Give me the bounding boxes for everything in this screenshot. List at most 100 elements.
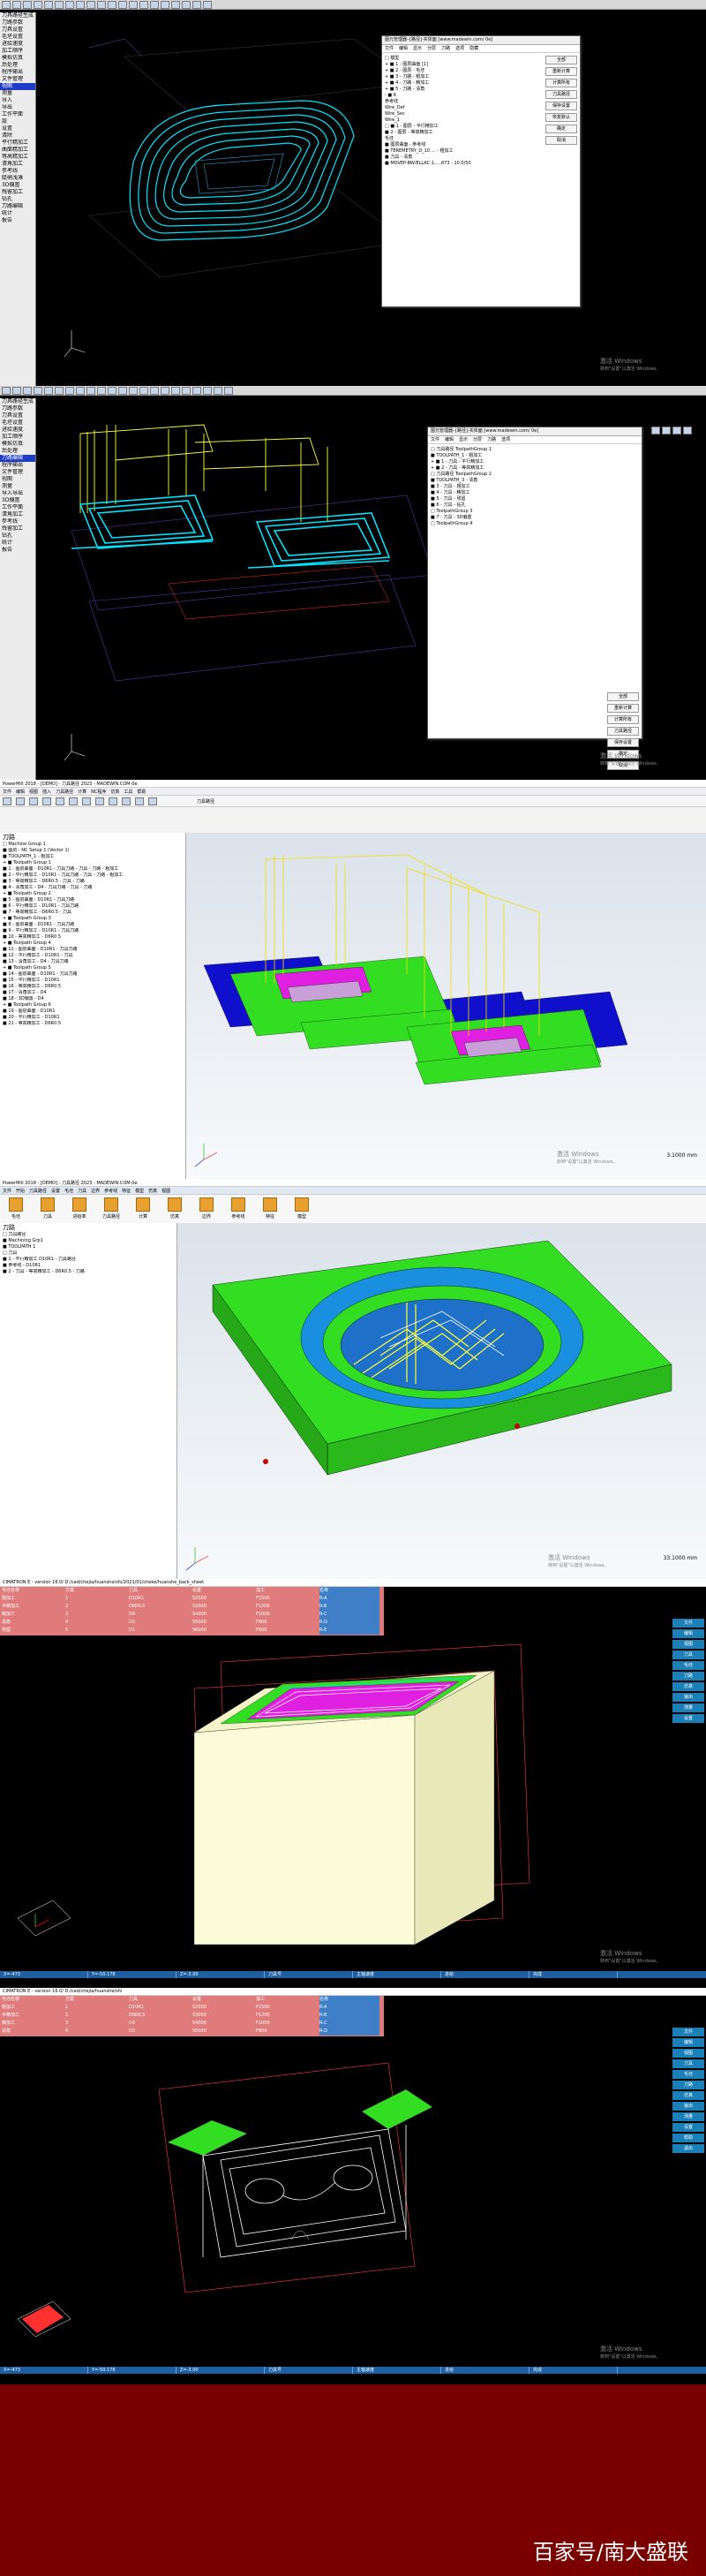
toolbar-icon[interactable] [129,386,138,395]
menu-item[interactable]: 工具 [124,789,132,795]
tree-item[interactable]: Wire_Sec [385,111,471,117]
menu-item[interactable]: 测量 [0,483,35,490]
ribbon-tab[interactable]: 毛坯 [64,1188,73,1194]
command-button[interactable]: 测量 [672,1703,704,1712]
table-cell[interactable]: S3000 [192,1603,252,1611]
table-cell[interactable]: D4 [129,2020,189,2028]
command-button[interactable]: 帮助 [672,2134,704,2142]
dialog-tab[interactable]: 分层 [473,436,482,443]
table-cell[interactable]: D2 [129,1619,189,1627]
tree-item[interactable]: ■ 17 - 清角加工 - D4 [3,990,185,996]
tree-item[interactable]: ■ 6 - 刀具 - 钻孔 [431,502,492,509]
menu-item[interactable]: 刀具设置 [0,412,35,419]
dialog-button[interactable]: 刀具路径 [607,727,639,736]
table-cell[interactable]: F800 [256,1619,316,1627]
toolbar-icon[interactable] [171,386,180,395]
menu-item[interactable]: 刀具路径生成 [0,12,35,19]
tree-item[interactable]: ■ 2 - 平行精加工 - D10R1 - 刀具刀路 - 刀具 - 刀路 - 粗… [3,873,185,879]
menu-item[interactable]: 参考线 [0,168,35,175]
table-cell[interactable]: 设置 [192,1587,252,1595]
toolbar-icon[interactable] [203,0,212,9]
ribbon-tab[interactable]: 刀具路径 [29,1188,47,1194]
menu-item[interactable]: 刀路参数 [0,405,35,412]
menu-item[interactable]: 文件管理 [0,469,35,476]
toolpath-tree[interactable]: □ Machine Group 1 ■ 图层 - NC Setup 1 (Vec… [0,842,185,1027]
table-cell[interactable]: 4 [65,2028,125,2036]
table-cell[interactable]: R-C [319,2020,379,2028]
command-button[interactable]: 输出 [672,2102,704,2111]
ribbon-button[interactable]: 进给率 [66,1197,93,1224]
menu-item[interactable]: 刀路参数 [0,19,35,26]
tree-item[interactable]: + ■ 2 - 刀具 - 等高精加工 [431,465,492,472]
command-button[interactable]: 仿真 [672,1682,704,1691]
toolbar-icon[interactable] [97,386,106,395]
table-cell[interactable]: 方案 [65,1996,125,2004]
tool-icon[interactable] [651,427,660,434]
command-button[interactable]: 毛坯 [672,2070,704,2079]
toolbar-icon[interactable] [161,386,169,395]
menu-item[interactable]: 工作平面 [0,504,35,511]
tree-item[interactable]: - ■ 6 [385,93,471,99]
table-cell[interactable]: R-A [319,1595,379,1603]
toolbar-icon[interactable] [2,0,11,9]
menu-item[interactable]: 层 [0,118,35,125]
ribbon-button[interactable]: 边界 [193,1197,220,1224]
tree-item[interactable]: ■ 14 - 图层曲面 - D10R1 - 刀具刀路 [3,971,185,978]
table-cell[interactable]: S4000 [192,2020,252,2028]
menu-item[interactable]: 程序输出 [0,462,35,469]
menu-item[interactable]: 工作平面 [0,111,35,118]
tree-item[interactable]: □ 刀具路径 [3,1232,176,1238]
toolbar-icon[interactable] [118,386,127,395]
table-cell[interactable]: 加工 [256,1996,316,2004]
menu-item[interactable]: 模拟仿真 [0,441,35,448]
table-cell[interactable]: D2 [129,2028,189,2036]
tree-item[interactable]: ■ 刀具 - 清角 [385,155,471,161]
command-button[interactable]: 刀具 [672,1651,704,1659]
table-cell[interactable]: R-D [319,1619,379,1627]
table-cell[interactable]: F1500 [256,2004,316,2012]
dialog-button[interactable]: 计算所有 [545,79,577,87]
ribbon-button[interactable]: 刀具路径 [98,1197,124,1224]
table-cell[interactable]: R-A [319,2004,379,2012]
menu-item[interactable]: 清角加工 [0,161,35,168]
table-cell[interactable]: F1500 [256,1595,316,1603]
table-cell[interactable]: 方案 [65,1587,125,1595]
tree-item[interactable]: ■ 20 - 平行精加工 - D10R1 [3,1015,185,1021]
table-cell[interactable]: 精加工 [2,1611,62,1619]
tree-item[interactable]: ■ 11 - 图层曲面 - D10R1 - 刀具刀路 [3,947,185,953]
menu-item[interactable]: 加工顺序 [0,48,35,55]
dialog-button[interactable]: 刀具路径 [545,90,577,99]
toolbar-icon[interactable] [161,0,169,9]
table-cell[interactable]: R-B [319,1603,379,1611]
tree-item[interactable]: + ■ 4 - 刀路 - 精加工 [385,80,471,87]
command-button[interactable]: 文件 [672,1619,704,1628]
toolbar-icon[interactable] [23,386,32,395]
table-cell[interactable]: 4 [65,1619,125,1627]
toolbar-icon[interactable] [76,386,85,395]
tree-item[interactable]: Wire_Def [385,105,471,111]
table-cell[interactable]: F600 [256,1627,316,1635]
menu-item[interactable]: 插入 [42,789,51,795]
tree-item[interactable]: ■ 6 - 平行精加工 - D10R1 - 刀具刀路 [3,903,185,910]
tree-item[interactable]: ■ 4 - 清角加工 - D4 - 刀具刀路 - 刀具 - 刀路 [3,885,185,891]
menu-item[interactable]: 曲面精加工 [0,147,35,154]
menu-item[interactable]: 导入导出 [0,490,35,497]
toolbar-icon[interactable] [150,0,159,9]
table-cell[interactable]: F1200 [256,2012,316,2020]
menu-item[interactable]: 视图 [0,83,35,90]
tree-item[interactable]: ■ 13 - 清角加工 - D4 - 刀具刀路 [3,959,185,965]
toolbar-icon[interactable] [139,0,148,9]
dialog-button[interactable]: 全部 [607,692,639,701]
table-cell[interactable]: 设置 [192,1996,252,2004]
tree-item[interactable]: ■ 3 - 刀具 - 粗加工 [431,484,492,490]
dialog-tab[interactable]: 文件 [431,436,439,443]
menu-item[interactable]: 后处理 [0,62,35,69]
ribbon-tab[interactable]: 视图 [161,1188,170,1194]
toolbar-icon[interactable] [3,797,11,805]
dialog-tab[interactable]: 文件 [385,45,394,52]
tree-item[interactable]: ■ TOOLPATH 1 [3,1244,176,1250]
toolbar-icon[interactable] [192,0,201,9]
menu-item[interactable]: 文件 [3,789,11,795]
ribbon-button[interactable]: 特征 [257,1197,283,1224]
command-button[interactable]: 编辑 [672,1629,704,1638]
